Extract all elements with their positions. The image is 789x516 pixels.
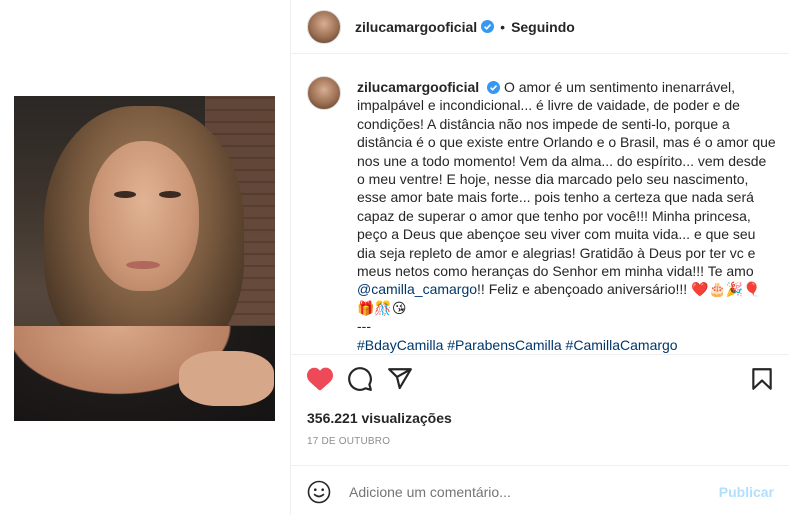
photo-eye-right [159,191,181,198]
photo-hand [179,351,274,406]
caption-separator: --- [357,318,371,335]
post-side-panel: zilucamargooficial • Seguindo zilucamarg… [291,0,789,515]
post-date[interactable]: 17 DE OUTUBRO [307,436,390,447]
caption-username[interactable]: zilucamargooficial [357,79,479,95]
caption-text: O amor é um sentimento inenarrável, impa… [357,79,776,280]
photo-mouth [126,261,160,269]
emoji-icon[interactable] [307,480,331,504]
comment-icon[interactable] [347,366,373,392]
post-photo[interactable] [14,96,275,421]
caption-avatar[interactable] [307,76,341,110]
avatar[interactable] [307,9,341,44]
bookmark-icon[interactable] [749,366,775,392]
mention-link[interactable]: @camilla_camargo [357,281,477,297]
views-count[interactable]: 356.221 visualizações [307,410,452,426]
caption: zilucamargooficial O amor é um sentiment… [357,78,777,354]
photo-eye-left [114,191,136,198]
comment-input[interactable] [347,483,691,501]
publish-button[interactable]: Publicar [719,484,774,500]
hashtags[interactable]: #BdayCamilla #ParabensCamilla #CamillaCa… [357,336,777,354]
verified-badge-icon [487,81,501,94]
action-bar [307,366,775,396]
follow-separator: • [500,18,506,35]
username-link[interactable]: zilucamargooficial [355,19,477,35]
share-icon[interactable] [387,366,413,392]
verified-badge-icon [481,20,495,33]
post-header: zilucamargooficial • Seguindo [291,0,789,54]
heart-icon[interactable] [307,366,333,392]
following-button[interactable]: Seguindo [511,19,575,35]
post-media [0,0,291,515]
caption-area[interactable]: zilucamargooficial O amor é um sentiment… [291,54,789,355]
comment-bar: Publicar [291,465,789,516]
